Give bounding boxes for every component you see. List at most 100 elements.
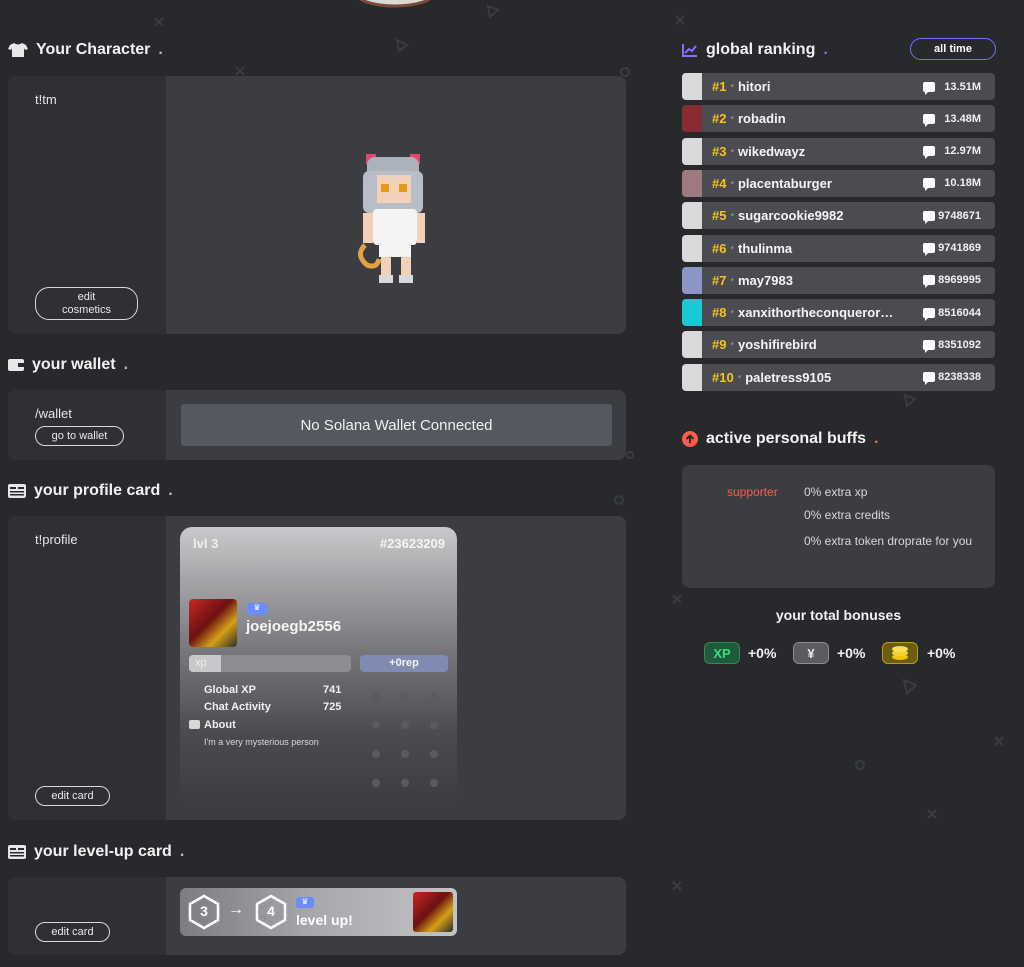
ranking-position: #3 [712, 143, 727, 159]
edit-levelup-card-button[interactable]: edit card [35, 922, 110, 942]
character-panel: t!tm edit cosmetics [8, 76, 626, 334]
ranking-score: 13.48M [944, 112, 981, 125]
ranking-username: robadin [737, 111, 786, 127]
chat-bubble-icon [923, 275, 935, 289]
buff-line-xp: 0% extra xp [804, 485, 868, 499]
wallet-panel: /wallet go to wallet No Solana Wallet Co… [8, 390, 626, 460]
chat-bubble-icon [923, 210, 935, 224]
chat-bubble-icon [923, 146, 935, 160]
ranking-avatar [682, 105, 702, 133]
vip-badge-icon: ♛ [296, 897, 314, 908]
ranking-position: #6 [712, 240, 727, 256]
ranking-row[interactable]: #5 • sugarcookie9982 9748671 [682, 202, 995, 230]
coins-icon [882, 642, 918, 664]
buffs-section-title: active personal buffs. [682, 430, 879, 448]
ranking-avatar [682, 299, 702, 327]
go-to-wallet-button[interactable]: go to wallet [35, 426, 124, 446]
chat-bubble-icon [923, 307, 935, 321]
ranking-row[interactable]: #2 • robadin 13.48M [682, 105, 995, 133]
ranking-score: 13.51M [944, 80, 981, 93]
card-level: lvl 3 [193, 536, 219, 551]
ranking-row[interactable]: #6 • thulinma 9741869 [682, 234, 995, 262]
ranking-row[interactable]: #9 • yoshifirebird 8351092 [682, 331, 995, 359]
chat-bubble-icon [923, 243, 935, 256]
ranking-score: 10.18M [944, 177, 981, 190]
ranking-filter-button[interactable]: all time [910, 38, 996, 60]
buff-line-token: 0% extra token droprate for you [804, 534, 973, 548]
xp-bonus-value: +0% [748, 645, 777, 661]
card-xp-label: xp [195, 657, 207, 669]
separator-dot-icon: • [737, 371, 742, 383]
ranking-position: #4 [712, 175, 727, 191]
ranking-row[interactable]: #4 • placentaburger 10.18M [682, 169, 995, 197]
edit-profile-card-button[interactable]: edit card [35, 786, 110, 806]
ranking-row[interactable]: #10 • paletress9105 8238338 [682, 363, 995, 391]
about-text: I'm a very mysterious person [204, 737, 319, 747]
levelup-card: 3 → 4 ♛ level up! [180, 888, 457, 936]
chart-line-icon [682, 44, 697, 57]
id-card-icon [8, 484, 26, 498]
ranking-avatar [682, 137, 702, 165]
bonuses-title: your total bonuses [775, 607, 902, 623]
edit-cosmetics-button[interactable]: edit cosmetics [35, 287, 138, 320]
ranking-username: placentaburger [737, 175, 832, 191]
ranking-position: #5 [712, 208, 727, 224]
profile-section-title: your profile card. [8, 482, 173, 500]
ranking-position: #2 [712, 111, 727, 127]
separator-dot-icon: • [730, 113, 734, 125]
buffs-title-text: active personal buffs [706, 430, 867, 447]
card-rank: #23623209 [379, 536, 445, 551]
ranking-position: #7 [712, 272, 727, 288]
ranking-username: paletress9105 [745, 369, 832, 385]
card-rep-badge: +0rep [360, 655, 448, 672]
ranking-row[interactable]: #8 • xanxithortheconqueror… 8516044 [682, 299, 995, 327]
ranking-position: #10 [712, 369, 734, 385]
shirt-icon [8, 43, 28, 57]
arrow-right-icon: → [228, 901, 244, 918]
to-level: 4 [267, 903, 275, 919]
separator-dot-icon: • [730, 274, 734, 286]
character-sprite [358, 154, 425, 283]
chat-bubble-icon [923, 81, 935, 95]
ranking-score: 8516044 [938, 306, 981, 319]
levelup-message: level up! [296, 912, 353, 928]
profile-command: t!profile [35, 532, 78, 547]
ranking-title-text: global ranking [706, 41, 816, 58]
separator-dot-icon: • [730, 210, 734, 222]
ranking-username: sugarcookie9982 [737, 208, 844, 224]
character-title-text: Your Character [36, 41, 151, 58]
levelup-side [8, 877, 166, 955]
ranking-avatar [682, 202, 702, 230]
about-label: About [204, 719, 236, 731]
ranking-row[interactable]: #7 • may7983 8969995 [682, 266, 995, 294]
ranking-avatar [682, 331, 702, 359]
ranking-avatar [682, 73, 702, 100]
chat-bubble-icon [923, 178, 935, 192]
wallet-icon [8, 359, 24, 371]
ranking-avatar [682, 266, 702, 294]
ranking-position: #9 [712, 337, 727, 353]
ranking-username: yoshifirebird [737, 337, 817, 353]
ranking-position: #8 [712, 305, 727, 321]
wallet-section-title: your wallet. [8, 356, 128, 374]
profile-title-text: your profile card [34, 482, 161, 499]
separator-dot-icon: • [730, 242, 734, 254]
ranking-section-title: global ranking. [682, 41, 828, 59]
chat-bubble-icon [923, 339, 935, 353]
ranking-row[interactable]: #1 • hitori 13.51M [682, 73, 995, 100]
about-chat-icon [189, 720, 200, 729]
xp-bonus-chip: XP [704, 642, 740, 664]
ranking-username: thulinma [737, 240, 793, 256]
ranking-score: 8238338 [938, 371, 981, 384]
ranking-row[interactable]: #3 • wikedwayz 12.97M [682, 137, 995, 165]
wallet-status: No Solana Wallet Connected [181, 404, 612, 446]
buff-line-credits: 0% extra credits [804, 508, 891, 522]
credits-bonus-value: +0% [837, 645, 866, 661]
credits-bonus-chip: ¥ [793, 642, 829, 664]
chat-bubble-icon [923, 113, 935, 127]
ranking-username: hitori [737, 79, 771, 94]
ranking-username: xanxithortheconqueror… [737, 305, 894, 321]
ranking-score: 8969995 [938, 274, 981, 287]
ranking-avatar [682, 363, 702, 391]
separator-dot-icon: • [730, 339, 734, 351]
